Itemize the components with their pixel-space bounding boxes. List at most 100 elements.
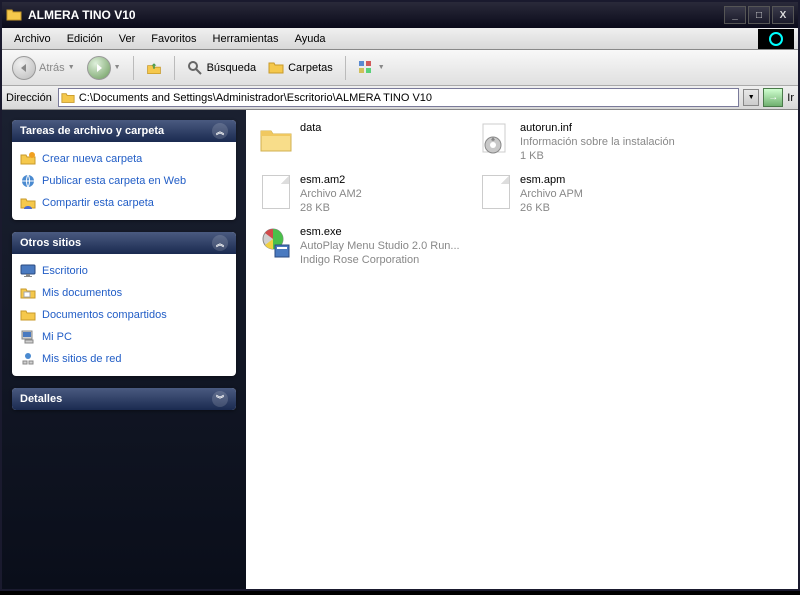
forward-arrow-icon	[87, 56, 111, 80]
place-label: Documentos compartidos	[42, 309, 167, 321]
file-desc: Archivo AM2	[300, 188, 362, 202]
documents-icon	[20, 285, 36, 301]
file-item-inf[interactable]: autorun.inf Información sobre la instala…	[476, 120, 696, 172]
file-item-exe[interactable]: esm.exe AutoPlay Menu Studio 2.0 Run... …	[256, 224, 476, 276]
file-item-folder[interactable]: data	[256, 120, 476, 172]
menu-edicion[interactable]: Edición	[59, 31, 111, 47]
exe-file-icon	[258, 226, 294, 262]
back-arrow-icon	[12, 56, 36, 80]
folder-icon	[258, 122, 294, 158]
places-panel-body: Escritorio Mis documentos Documentos com…	[12, 254, 236, 376]
file-name: esm.exe	[300, 226, 460, 240]
place-network[interactable]: Mis sitios de red	[16, 348, 232, 370]
folders-button[interactable]: Carpetas	[264, 58, 337, 78]
folder-icon	[61, 91, 75, 105]
details-panel-header[interactable]: Detalles ︾	[12, 388, 236, 410]
back-button[interactable]: Atrás ▼	[8, 54, 79, 82]
views-icon	[358, 60, 374, 76]
generic-file-icon	[258, 174, 294, 210]
minimize-button[interactable]: _	[724, 6, 746, 24]
menu-herramientas[interactable]: Herramientas	[205, 31, 287, 47]
places-panel-title: Otros sitios	[20, 237, 81, 249]
tasks-panel-title: Tareas de archivo y carpeta	[20, 125, 164, 137]
folder-up-icon	[146, 60, 162, 76]
search-icon	[187, 60, 203, 76]
publish-web-icon	[20, 173, 36, 189]
menu-ver[interactable]: Ver	[111, 31, 144, 47]
up-button[interactable]	[142, 58, 166, 78]
place-mypc[interactable]: Mi PC	[16, 326, 232, 348]
place-label: Mi PC	[42, 331, 72, 343]
go-label: Ir	[787, 92, 794, 104]
separator	[345, 56, 346, 80]
task-label: Crear nueva carpeta	[42, 153, 142, 165]
task-label: Compartir esta carpeta	[42, 197, 154, 209]
file-name: esm.apm	[520, 174, 583, 188]
details-panel: Detalles ︾	[12, 388, 236, 410]
places-panel-header[interactable]: Otros sitios ︽	[12, 232, 236, 254]
menu-ayuda[interactable]: Ayuda	[287, 31, 334, 47]
folders-icon	[268, 60, 284, 76]
chevron-down-icon: ▼	[68, 64, 75, 71]
chevron-down-icon: ▼	[114, 64, 121, 71]
search-button[interactable]: Búsqueda	[183, 58, 261, 78]
address-input[interactable]	[75, 92, 736, 104]
folder-new-icon	[20, 151, 36, 167]
place-desktop[interactable]: Escritorio	[16, 260, 232, 282]
address-label: Dirección	[6, 92, 54, 104]
tasks-panel-header[interactable]: Tareas de archivo y carpeta ︽	[12, 120, 236, 142]
task-label: Publicar esta carpeta en Web	[42, 175, 186, 187]
address-input-wrapper	[58, 88, 739, 107]
place-documents[interactable]: Mis documentos	[16, 282, 232, 304]
folder-icon	[6, 7, 22, 23]
titlebar[interactable]: ALMERA TINO V10 _ □ X	[2, 2, 798, 28]
separator	[133, 56, 134, 80]
task-new-folder[interactable]: Crear nueva carpeta	[16, 148, 232, 170]
file-size: 28 KB	[300, 202, 362, 216]
views-button[interactable]: ▼	[354, 58, 389, 78]
file-desc: Información sobre la instalación	[520, 136, 675, 150]
back-label: Atrás	[39, 62, 65, 74]
file-item-am2[interactable]: esm.am2 Archivo AM2 28 KB	[256, 172, 476, 224]
maximize-button[interactable]: □	[748, 6, 770, 24]
file-desc: Archivo APM	[520, 188, 583, 202]
menu-archivo[interactable]: Archivo	[6, 31, 59, 47]
sidebar: Tareas de archivo y carpeta ︽ Crear nuev…	[2, 110, 246, 589]
file-desc: AutoPlay Menu Studio 2.0 Run...	[300, 240, 460, 254]
menu-favoritos[interactable]: Favoritos	[143, 31, 204, 47]
inf-file-icon	[478, 122, 514, 158]
task-publish-web[interactable]: Publicar esta carpeta en Web	[16, 170, 232, 192]
menubar: Archivo Edición Ver Favoritos Herramient…	[2, 28, 798, 50]
network-icon	[20, 351, 36, 367]
collapse-icon[interactable]: ︽	[212, 235, 228, 251]
expand-icon[interactable]: ︾	[212, 391, 228, 407]
file-item-apm[interactable]: esm.apm Archivo APM 26 KB	[476, 172, 696, 224]
window-title: ALMERA TINO V10	[28, 8, 722, 22]
desktop-icon	[20, 263, 36, 279]
go-button[interactable]: →	[763, 88, 783, 107]
file-size: Indigo Rose Corporation	[300, 254, 460, 268]
file-name: data	[300, 122, 321, 136]
shared-docs-icon	[20, 307, 36, 323]
place-label: Mis sitios de red	[42, 353, 121, 365]
file-name: autorun.inf	[520, 122, 675, 136]
tasks-panel: Tareas de archivo y carpeta ︽ Crear nuev…	[12, 120, 236, 220]
file-size: 1 KB	[520, 150, 675, 164]
tasks-panel-body: Crear nueva carpeta Publicar esta carpet…	[12, 142, 236, 220]
share-folder-icon	[20, 195, 36, 211]
search-label: Búsqueda	[207, 62, 257, 74]
collapse-icon[interactable]: ︽	[212, 123, 228, 139]
forward-button[interactable]: ▼	[83, 54, 125, 82]
addressbar: Dirección ▼ → Ir	[2, 86, 798, 110]
close-button[interactable]: X	[772, 6, 794, 24]
content-area: Tareas de archivo y carpeta ︽ Crear nuev…	[2, 110, 798, 589]
place-shared-docs[interactable]: Documentos compartidos	[16, 304, 232, 326]
address-dropdown[interactable]: ▼	[743, 89, 759, 106]
mypc-icon	[20, 329, 36, 345]
generic-file-icon	[478, 174, 514, 210]
places-panel: Otros sitios ︽ Escritorio Mis documentos…	[12, 232, 236, 376]
place-label: Escritorio	[42, 265, 88, 277]
file-list[interactable]: data autorun.inf Información sobre la in…	[246, 110, 798, 589]
throbber-icon	[758, 29, 794, 49]
task-share-folder[interactable]: Compartir esta carpeta	[16, 192, 232, 214]
